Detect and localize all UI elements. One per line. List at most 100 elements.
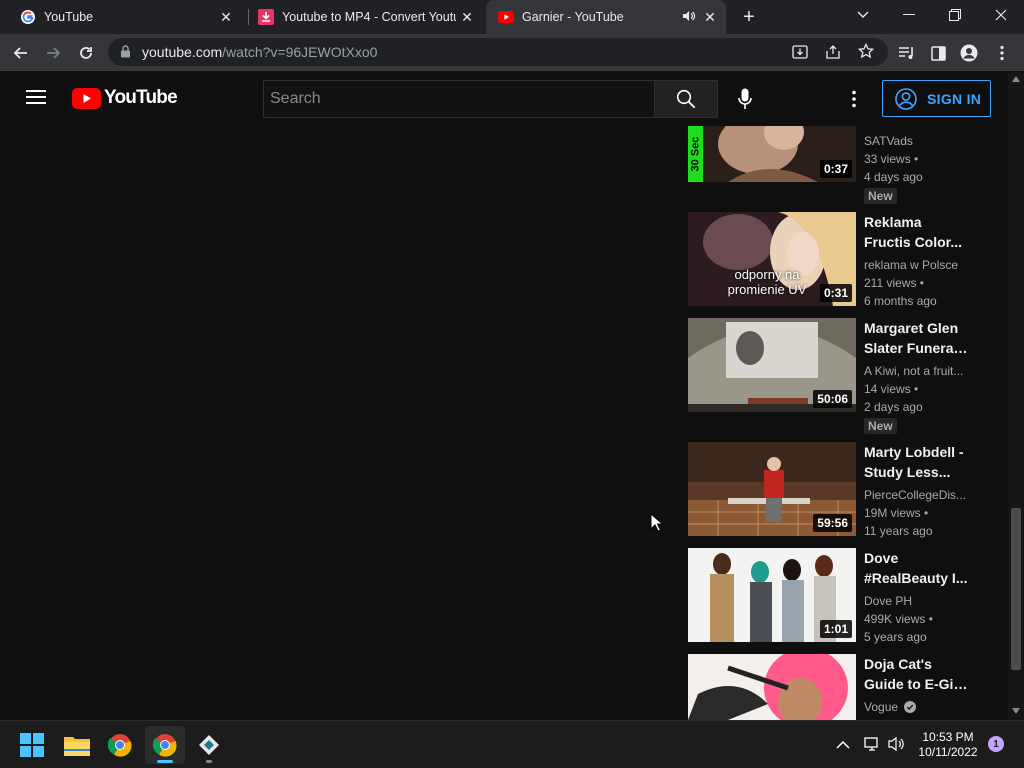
video-thumbnail[interactable]: 30 Sec 0:37 (688, 126, 856, 182)
profile-avatar[interactable] (956, 40, 982, 66)
view-count: 19M views • (864, 506, 929, 520)
thumbnail-caption: 30 Sec (689, 136, 702, 172)
scrollbar-thumb[interactable] (1011, 508, 1021, 670)
speaker-icon[interactable] (682, 9, 696, 26)
view-count: 211 views • (864, 276, 925, 290)
new-tab-button[interactable]: + (738, 5, 760, 29)
file-explorer-icon[interactable] (57, 726, 97, 764)
url-host: youtube.com (142, 44, 223, 60)
duration-badge: 1:01 (819, 620, 852, 638)
scroll-down-arrow-icon[interactable] (1012, 708, 1020, 714)
chrome-active-icon[interactable] (145, 726, 185, 764)
address-bar[interactable]: youtube.com/watch?v=96JEWOtXxo0 (108, 38, 888, 66)
tab-garnier-youtube[interactable]: Garnier - YouTube ✕ (486, 0, 726, 34)
video-title[interactable]: Margaret Glen Slater Funeral... (864, 318, 968, 358)
close-tab-icon[interactable]: ✕ (459, 9, 475, 25)
list-item[interactable]: 59:56 Marty Lobdell - Study Less... Pier… (688, 442, 988, 542)
side-panel-icon[interactable] (925, 40, 951, 66)
url-text[interactable]: youtube.com/watch?v=96JEWOtXxo0 (142, 44, 377, 60)
view-count: 14 views • (864, 382, 919, 396)
more-vert-icon (852, 90, 856, 108)
windows-start-icon[interactable] (12, 726, 52, 764)
settings-menu-button[interactable] (842, 86, 866, 112)
channel-name[interactable]: PierceCollegeDis... (864, 486, 968, 504)
list-item[interactable]: 30 Sec 0:37 SATVads 33 views • 4 days ag… (688, 126, 988, 206)
forward-button[interactable] (40, 40, 66, 66)
tab-title: YouTube (44, 10, 94, 24)
chrome-icon[interactable] (100, 726, 140, 764)
search-box[interactable] (263, 80, 655, 118)
list-item[interactable]: 1:01 Dove #RealBeauty I... Dove PH 499K … (688, 548, 988, 648)
media-controls-icon[interactable] (894, 40, 920, 66)
new-badge: New (864, 188, 897, 204)
page-scrollbar[interactable] (1008, 72, 1024, 720)
video-thumbnail[interactable]: 1:01 (688, 548, 856, 642)
sign-in-button[interactable]: SIGN IN (882, 80, 991, 117)
video-thumbnail[interactable]: 59:56 (688, 442, 856, 536)
chevron-up-icon[interactable] (836, 737, 850, 755)
video-title[interactable]: Dove #RealBeauty I... (864, 548, 968, 588)
view-count: 33 views • (864, 152, 919, 166)
close-window-button[interactable] (978, 0, 1024, 30)
duration-badge: 50:06 (813, 390, 852, 408)
list-item[interactable]: Doja Cat's Guide to E-Girl... Vogue (688, 654, 988, 720)
lock-icon[interactable] (120, 45, 131, 63)
running-indicator (206, 760, 212, 763)
list-item[interactable]: 50:06 Margaret Glen Slater Funeral... A … (688, 318, 988, 438)
minimize-button[interactable] (886, 0, 932, 30)
app-icon[interactable] (189, 726, 229, 764)
restore-button[interactable] (932, 0, 978, 30)
logo-text: YouTube (104, 87, 178, 108)
tab-strip: YouTube ✕ Youtube to MP4 - Convert Youtu… (0, 0, 1024, 34)
channel-name[interactable]: Vogue (864, 698, 968, 716)
channel-name[interactable]: A Kiwi, not a fruit... (864, 362, 968, 380)
clock-date: 10/11/2022 (918, 745, 978, 759)
list-item[interactable]: odporny na promienie UV 0:31 Reklama Fru… (688, 212, 988, 312)
volume-icon[interactable] (888, 736, 906, 757)
taskbar: 10:53 PM 10/11/2022 1 (0, 720, 1024, 768)
video-thumbnail[interactable]: odporny na promienie UV 0:31 (688, 212, 856, 306)
upload-age: 4 days ago (864, 170, 923, 184)
network-icon[interactable] (864, 736, 880, 757)
video-title[interactable]: Marty Lobdell - Study Less... (864, 442, 968, 482)
back-button[interactable] (8, 40, 34, 66)
system-clock[interactable]: 10:53 PM 10/11/2022 (916, 730, 980, 760)
upload-age: 2 days ago (864, 400, 923, 414)
install-app-icon[interactable] (792, 44, 808, 65)
share-icon[interactable] (825, 44, 841, 65)
tab-divider (248, 9, 249, 25)
video-thumbnail[interactable]: 50:06 (688, 318, 856, 412)
video-thumbnail[interactable] (688, 654, 856, 720)
notification-badge[interactable]: 1 (988, 736, 1004, 752)
youtube-icon (498, 11, 514, 23)
close-tab-icon[interactable]: ✕ (702, 9, 718, 25)
hamburger-menu-icon[interactable] (26, 89, 46, 110)
youtube-logo[interactable]: YouTube (72, 87, 178, 109)
thumbnail-caption: odporny na promienie UV (727, 267, 807, 297)
close-tab-icon[interactable]: ✕ (218, 9, 234, 25)
channel-name[interactable]: reklama w Polsce (864, 256, 968, 274)
youtube-masthead: YouTube SIGN IN (0, 72, 1008, 126)
google-icon (21, 10, 35, 24)
search-input[interactable] (264, 81, 654, 117)
sign-in-label: SIGN IN (927, 90, 982, 107)
tab-youtube[interactable]: YouTube ✕ (20, 0, 242, 34)
channel-name[interactable]: Dove PH (864, 592, 968, 610)
thumbnail-image (688, 654, 856, 720)
chrome-menu-icon[interactable] (989, 40, 1015, 66)
video-meta: Reklama Fructis Color... reklama w Polsc… (864, 212, 968, 310)
video-meta: Dove #RealBeauty I... Dove PH 499K views… (864, 548, 968, 646)
tab-youtube-to-mp4[interactable]: Youtube to MP4 - Convert Youtu ✕ (258, 0, 483, 34)
tab-search-icon[interactable] (840, 0, 886, 30)
video-title[interactable]: Reklama Fructis Color... (864, 212, 968, 252)
search-button[interactable] (654, 80, 718, 118)
active-indicator (157, 760, 173, 763)
reload-button[interactable] (73, 40, 99, 66)
video-meta: Marty Lobdell - Study Less... PierceColl… (864, 442, 968, 540)
microphone-icon (738, 88, 752, 109)
channel-name[interactable]: SATVads (864, 132, 968, 150)
video-title[interactable]: Doja Cat's Guide to E-Girl... (864, 654, 968, 694)
voice-search-button[interactable] (728, 82, 762, 116)
bookmark-star-icon[interactable] (857, 42, 875, 64)
scroll-up-arrow-icon[interactable] (1012, 76, 1020, 82)
